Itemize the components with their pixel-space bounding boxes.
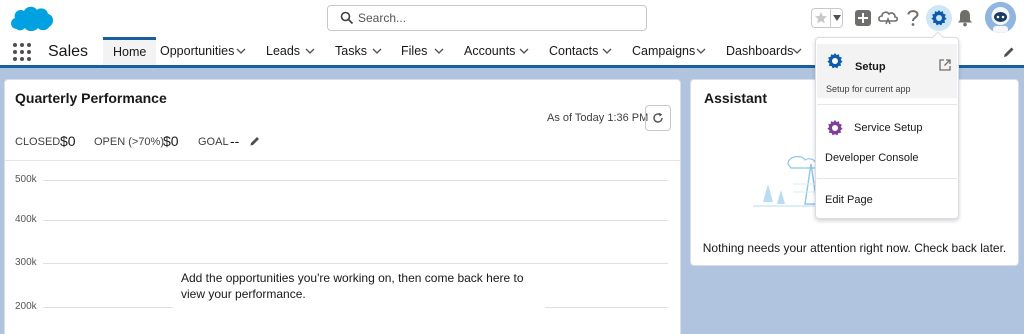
favorites-control[interactable] <box>811 8 843 28</box>
goal-label: GOAL <box>198 136 229 148</box>
y-tick-label: 500k <box>15 174 37 185</box>
setup-subtitle: Setup for current app <box>826 84 911 94</box>
goal-value: -- <box>230 133 240 149</box>
tab-files[interactable]: Files <box>401 37 427 65</box>
tab-opportunities[interactable]: Opportunities <box>160 37 234 65</box>
setup-menu-dropdown: Setup Setup for current app Service Setu… <box>815 31 959 219</box>
card-title: Quarterly Performance <box>15 90 167 106</box>
chevron-down-icon[interactable] <box>518 45 530 57</box>
service-setup-gear-icon <box>827 120 843 136</box>
tab-campaigns[interactable]: Campaigns <box>632 37 695 65</box>
y-tick-label: 300k <box>15 257 37 268</box>
setup-gear-icon <box>827 53 843 69</box>
assistant-message: Nothing needs your attention right now. … <box>702 241 1007 255</box>
open-label: OPEN (>70%) <box>94 136 164 148</box>
chevron-down-icon[interactable] <box>235 45 247 57</box>
closed-label: CLOSED <box>15 136 61 148</box>
refresh-button[interactable] <box>645 105 671 131</box>
y-tick-label: 400k <box>15 214 37 225</box>
trailhead-icon <box>878 11 898 25</box>
chevron-down-icon[interactable] <box>791 45 803 57</box>
edit-page-menu-item[interactable]: Edit Page <box>825 194 873 206</box>
menu-divider <box>817 104 957 105</box>
chevron-down-icon[interactable] <box>371 45 383 57</box>
trailhead-button[interactable] <box>877 7 899 29</box>
as-of-timestamp: As of Today 1:36 PM <box>547 112 649 124</box>
tab-home[interactable]: Home <box>103 37 157 65</box>
setup-label: Setup <box>855 61 886 73</box>
app-launcher-icon[interactable] <box>13 43 31 61</box>
service-setup-menu-item[interactable]: Service Setup <box>854 122 922 134</box>
chevron-down-icon[interactable] <box>433 45 445 57</box>
question-icon <box>907 10 919 26</box>
astro-avatar-icon <box>985 2 1016 33</box>
chevron-down-icon[interactable] <box>830 9 842 27</box>
tab-accounts[interactable]: Accounts <box>464 37 515 65</box>
edit-goal-pencil-icon[interactable] <box>249 135 261 147</box>
plus-icon <box>855 10 871 26</box>
chevron-down-icon[interactable] <box>695 45 707 57</box>
y-tick-label: 200k <box>15 301 37 312</box>
app-name: Sales <box>48 43 89 60</box>
closed-value: $0 <box>60 133 76 149</box>
quarterly-performance-card: Quarterly Performance As of Today 1:36 P… <box>4 79 681 334</box>
tab-leads[interactable]: Leads <box>266 37 300 65</box>
developer-console-menu-item[interactable]: Developer Console <box>825 152 919 164</box>
global-header <box>0 0 1024 37</box>
global-actions-button[interactable] <box>852 7 874 29</box>
gridline <box>43 220 668 221</box>
search-input[interactable] <box>358 8 638 28</box>
setup-gear-button[interactable] <box>926 5 952 31</box>
gridline <box>43 180 668 181</box>
card-title: Assistant <box>704 90 768 106</box>
setup-menu-item[interactable]: Setup Setup for current app <box>817 44 957 98</box>
search-icon <box>340 11 354 25</box>
open-in-new-window-icon[interactable] <box>938 58 952 72</box>
menu-divider <box>817 178 957 179</box>
tab-dashboards[interactable]: Dashboards <box>726 37 793 65</box>
global-search[interactable] <box>327 5 647 31</box>
edit-nav-pencil-icon[interactable] <box>1002 45 1016 59</box>
notifications-button[interactable] <box>954 7 976 29</box>
tab-tasks[interactable]: Tasks <box>335 37 367 65</box>
bell-icon <box>958 10 972 27</box>
tab-contacts[interactable]: Contacts <box>549 37 598 65</box>
chevron-down-icon[interactable] <box>601 45 613 57</box>
divider <box>5 160 680 161</box>
salesforce-cloud-logo[interactable] <box>7 3 55 34</box>
empty-state-message: Add the opportunities you're working on,… <box>173 264 545 308</box>
open-value: $0 <box>163 133 179 149</box>
chevron-down-icon[interactable] <box>304 45 316 57</box>
user-avatar[interactable] <box>985 2 1016 33</box>
refresh-icon <box>653 112 663 123</box>
gear-icon <box>931 10 947 26</box>
help-button[interactable] <box>902 7 924 29</box>
star-icon[interactable] <box>812 9 830 27</box>
